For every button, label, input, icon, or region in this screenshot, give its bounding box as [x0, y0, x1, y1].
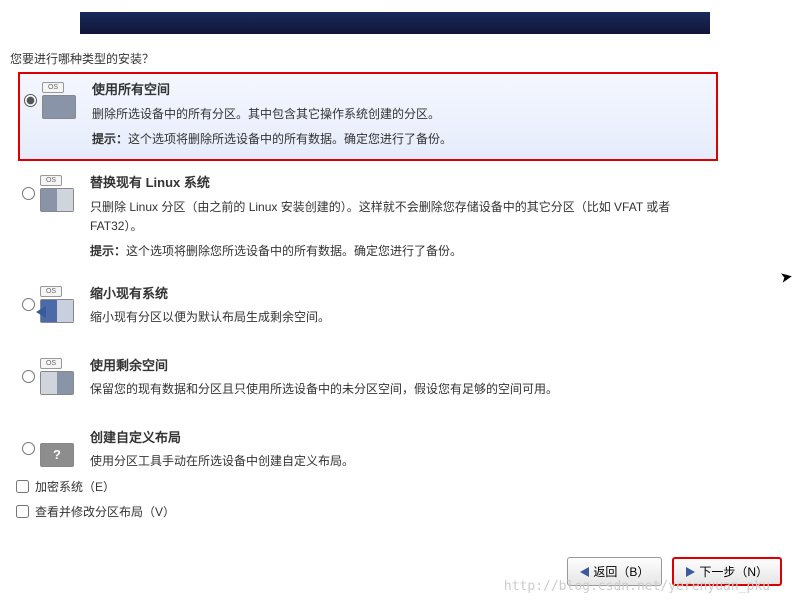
disk-replace-icon: OS [40, 175, 90, 212]
option-replace-linux[interactable]: OS 替换现有 Linux 系统 只删除 Linux 分区（由之前的 Linux… [18, 167, 718, 271]
disk-free-icon: OS [40, 358, 90, 395]
option-shrink-radio[interactable] [22, 298, 35, 311]
option-title: 创建自定义布局 [90, 428, 714, 449]
option-use-all-space-radio[interactable] [24, 94, 37, 107]
option-desc: 使用分区工具手动在所选设备中创建自定义布局。 [90, 452, 714, 471]
review-label: 查看并修改分区布局（V） [35, 503, 175, 520]
cursor-icon: ➤ [779, 267, 795, 287]
install-type-options: OS 使用所有空间 删除所选设备中的所有分区。其中包含其它操作系统创建的分区。 … [18, 72, 718, 493]
option-title: 使用剩余空间 [90, 356, 714, 377]
option-desc: 删除所选设备中的所有分区。其中包含其它操作系统创建的分区。 [92, 105, 712, 124]
review-checkbox[interactable] [16, 505, 29, 518]
option-desc: 缩小现有分区以便为默认布局生成剩余空间。 [90, 308, 714, 327]
review-checkbox-row[interactable]: 查看并修改分区布局（V） [16, 503, 175, 520]
option-title: 替换现有 Linux 系统 [90, 173, 714, 194]
option-desc: 只删除 Linux 分区（由之前的 Linux 安装创建的）。这样就不会删除您存… [90, 198, 714, 236]
arrow-left-icon [580, 567, 589, 577]
next-button-label: 下一步（N） [699, 563, 768, 580]
encrypt-checkbox[interactable] [16, 480, 29, 493]
wizard-footer: 返回（B） 下一步（N） [567, 557, 782, 586]
option-tip: 提示：这个选项将删除所选设备中的所有数据。确定您进行了备份。 [92, 130, 712, 149]
option-shrink[interactable]: OS 缩小现有系统 缩小现有分区以便为默认布局生成剩余空间。 [18, 278, 718, 344]
encrypt-checkbox-row[interactable]: 加密系统（E） [16, 478, 175, 495]
option-title: 缩小现有系统 [90, 284, 714, 305]
option-custom-radio[interactable] [22, 442, 35, 455]
header-banner [80, 12, 710, 34]
extra-options: 加密系统（E） 查看并修改分区布局（V） [16, 478, 175, 528]
option-tip: 提示：这个选项将删除您所选设备中的所有数据。确定您进行了备份。 [90, 242, 714, 261]
arrow-right-icon [686, 567, 695, 577]
disk-all-icon: OS [42, 82, 92, 119]
disk-custom-icon: OS ? [40, 430, 90, 467]
back-button-label: 返回（B） [593, 563, 649, 580]
option-title: 使用所有空间 [92, 80, 712, 101]
disk-shrink-icon: OS [40, 286, 90, 323]
option-replace-linux-radio[interactable] [22, 187, 35, 200]
option-use-all-space[interactable]: OS 使用所有空间 删除所选设备中的所有分区。其中包含其它操作系统创建的分区。 … [18, 72, 718, 161]
next-button[interactable]: 下一步（N） [672, 557, 782, 586]
encrypt-label: 加密系统（E） [35, 478, 115, 495]
back-button[interactable]: 返回（B） [567, 557, 662, 586]
option-free-space-radio[interactable] [22, 370, 35, 383]
option-free-space[interactable]: OS 使用剩余空间 保留您的现有数据和分区且只使用所选设备中的未分区空间，假设您… [18, 350, 718, 416]
option-desc: 保留您的现有数据和分区且只使用所选设备中的未分区空间，假设您有足够的空间可用。 [90, 380, 714, 399]
page-title: 您要进行哪种类型的安装？ [10, 50, 154, 67]
